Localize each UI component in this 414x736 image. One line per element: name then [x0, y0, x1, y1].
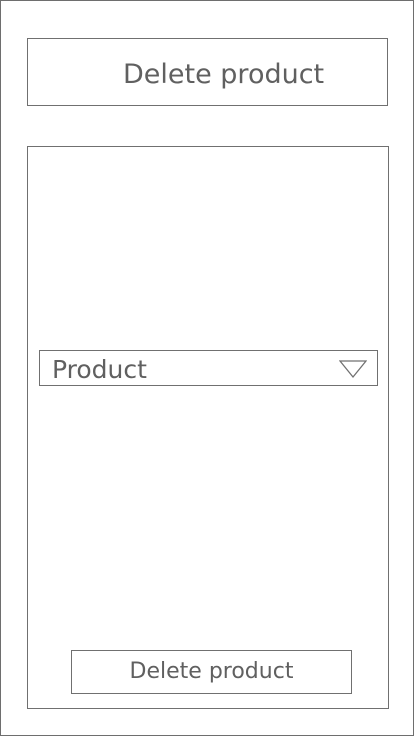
- screen-frame: Delete product Product Delete product: [0, 0, 414, 736]
- content-panel: Product Delete product: [27, 146, 389, 709]
- triangle-down-icon[interactable]: [339, 359, 367, 379]
- page-title: Delete product: [123, 59, 325, 90]
- product-select-value: Product: [52, 355, 147, 384]
- product-select[interactable]: Product: [39, 350, 378, 386]
- page-header: Delete product: [27, 38, 388, 106]
- delete-product-button[interactable]: Delete product: [71, 650, 352, 694]
- delete-product-button-label: Delete product: [129, 659, 294, 684]
